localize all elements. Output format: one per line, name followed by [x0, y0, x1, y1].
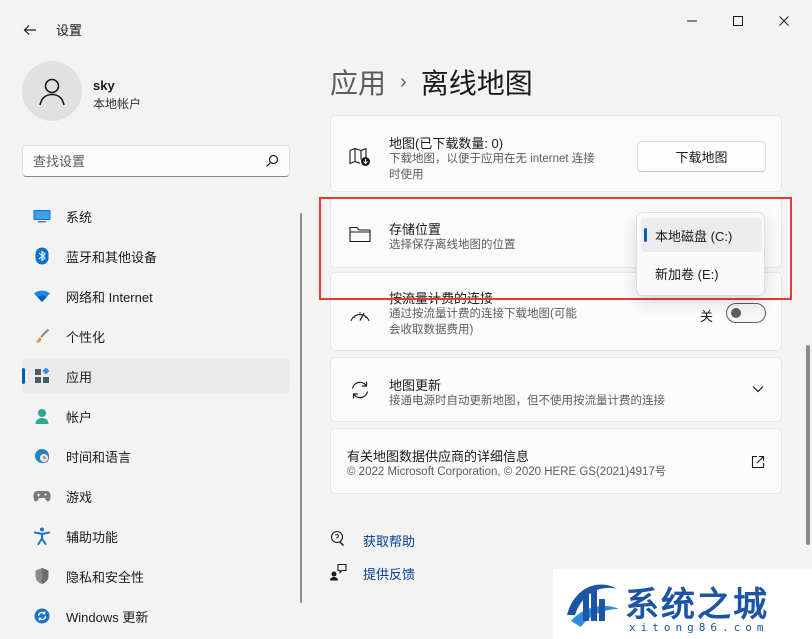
sidebar-item-label: 蓝牙和其他设备 [66, 249, 158, 265]
get-help-link[interactable]: 获取帮助 [363, 531, 415, 550]
sidebar-item-time-language[interactable]: 时间和语言 [22, 438, 290, 474]
avatar[interactable] [22, 61, 82, 121]
sidebar-item-label: 帐户 [66, 409, 93, 425]
wifi-icon [33, 287, 51, 305]
sidebar-item-network[interactable]: 网络和 Internet [22, 278, 290, 314]
sidebar-item-personalization[interactable]: 个性化 [22, 318, 290, 354]
watermark-subtitle: xitong86.com [629, 621, 769, 634]
breadcrumb-separator: › [400, 70, 407, 93]
dropdown-option-label: 新加卷 (E:) [655, 266, 719, 282]
accessibility-icon [33, 527, 51, 545]
feedback-icon [329, 563, 347, 581]
close-icon [779, 16, 789, 26]
metered-desc-line1: 通过按流量计费的连接下载地图(可能 [389, 308, 577, 320]
minimize-button[interactable] [674, 8, 710, 34]
sidebar-item-label: 网络和 Internet [66, 289, 153, 305]
dropdown-option-c-drive[interactable]: 本地磁盘 (C:) [641, 218, 762, 252]
metered-desc-line2: 会收取数据费用) [389, 324, 474, 336]
arrow-left-icon [23, 25, 36, 35]
maps-desc-line1: 下载地图，以便于应用在无 internet 连接 [389, 153, 595, 165]
clock-globe-icon [33, 447, 51, 465]
shield-icon [33, 567, 51, 585]
maps-card: 地图(已下载数量: 0) 下载地图，以便于应用在无 internet 连接 时使… [330, 115, 782, 192]
sidebar-item-gaming[interactable]: 游戏 [22, 478, 290, 514]
sidebar-nav: 系统 蓝牙和其他设备 网络和 Internet 个性化 应用 帐户 时间和语言 [22, 198, 290, 638]
sidebar-item-label: 时间和语言 [66, 449, 132, 465]
help-icon [329, 530, 347, 548]
page-title: 离线地图 [420, 68, 533, 99]
storage-location-dropdown: 本地磁盘 (C:) 新加卷 (E:) [636, 212, 765, 296]
maps-title: 地图(已下载数量: 0) [389, 136, 504, 151]
toggle-knob [731, 308, 741, 318]
map-updates-card[interactable]: 地图更新 接通电源时自动更新地图，但不使用按流量计费的连接 [330, 357, 782, 422]
watermark-logo: 系统之城 xitong86.com [553, 569, 812, 639]
user-name: sky [93, 78, 115, 93]
brush-icon [33, 327, 51, 345]
update-icon [33, 607, 51, 625]
open-external-icon[interactable] [751, 455, 765, 469]
search-box [22, 145, 290, 177]
minimize-icon [687, 20, 697, 22]
settings-window: 设置 sky 本地帐户 系统 蓝牙和其他设备 网络和 Internet [0, 0, 812, 639]
provider-info-card[interactable]: 有关地图数据供应商的详细信息 © 2022 Microsoft Corporat… [330, 428, 782, 494]
sidebar-item-accessibility[interactable]: 辅助功能 [22, 518, 290, 554]
main-scrollbar[interactable] [806, 345, 810, 545]
sidebar-item-system[interactable]: 系统 [22, 198, 290, 234]
watermark-title: 系统之城 [625, 585, 769, 625]
toggle-state-label: 关 [700, 309, 714, 324]
speedometer-icon [349, 304, 371, 326]
logo-icon [567, 584, 619, 627]
breadcrumb-parent[interactable]: 应用 [330, 62, 386, 102]
breadcrumb: 应用 › 离线地图 [330, 62, 533, 102]
provider-desc: © 2022 Microsoft Corporation, © 2020 HER… [347, 466, 667, 478]
sidebar-item-privacy-security[interactable]: 隐私和安全性 [22, 558, 290, 594]
refresh-icon [349, 379, 371, 401]
bluetooth-icon [33, 247, 51, 265]
sidebar-item-label: 游戏 [66, 489, 93, 505]
sidebar-scrollbar[interactable] [300, 213, 302, 603]
active-indicator [22, 368, 25, 384]
sidebar-item-label: 应用 [66, 369, 93, 385]
back-button[interactable] [16, 16, 44, 44]
sidebar-item-windows-update[interactable]: Windows 更新 [22, 598, 290, 634]
metered-toggle[interactable] [726, 303, 766, 323]
sidebar-item-bluetooth[interactable]: 蓝牙和其他设备 [22, 238, 290, 274]
search-icon[interactable] [265, 154, 279, 168]
close-button[interactable] [766, 8, 802, 34]
monitor-icon [33, 207, 51, 225]
sidebar-item-label: 系统 [66, 209, 93, 225]
sidebar-item-label: Windows 更新 [66, 609, 149, 625]
app-title: 设置 [56, 23, 83, 38]
map-updates-title: 地图更新 [389, 378, 442, 393]
provider-title: 有关地图数据供应商的详细信息 [347, 449, 530, 464]
maps-desc-line2: 时使用 [389, 169, 424, 181]
maximize-icon [733, 16, 743, 26]
chevron-down-icon[interactable] [752, 385, 764, 393]
map-download-icon [349, 146, 371, 168]
dropdown-option-label: 本地磁盘 (C:) [655, 228, 733, 244]
maximize-button[interactable] [720, 8, 756, 34]
sidebar-item-apps[interactable]: 应用 [22, 358, 290, 394]
apps-icon [33, 367, 51, 385]
gamepad-icon [33, 487, 51, 505]
sidebar-item-label: 辅助功能 [66, 529, 119, 545]
give-feedback-link[interactable]: 提供反馈 [363, 564, 415, 583]
selected-indicator [644, 228, 647, 242]
account-icon [33, 407, 51, 425]
sidebar-item-label: 隐私和安全性 [66, 569, 145, 585]
user-icon [39, 78, 65, 106]
title-bar: 设置 [0, 0, 812, 56]
sidebar-item-accounts[interactable]: 帐户 [22, 398, 290, 434]
account-type: 本地帐户 [93, 97, 142, 111]
map-updates-desc: 接通电源时自动更新地图，但不使用按流量计费的连接 [389, 395, 665, 407]
sidebar-item-label: 个性化 [66, 329, 106, 345]
download-maps-button[interactable]: 下载地图 [637, 141, 766, 172]
dropdown-option-e-drive[interactable]: 新加卷 (E:) [641, 256, 762, 290]
search-input[interactable] [23, 146, 253, 176]
